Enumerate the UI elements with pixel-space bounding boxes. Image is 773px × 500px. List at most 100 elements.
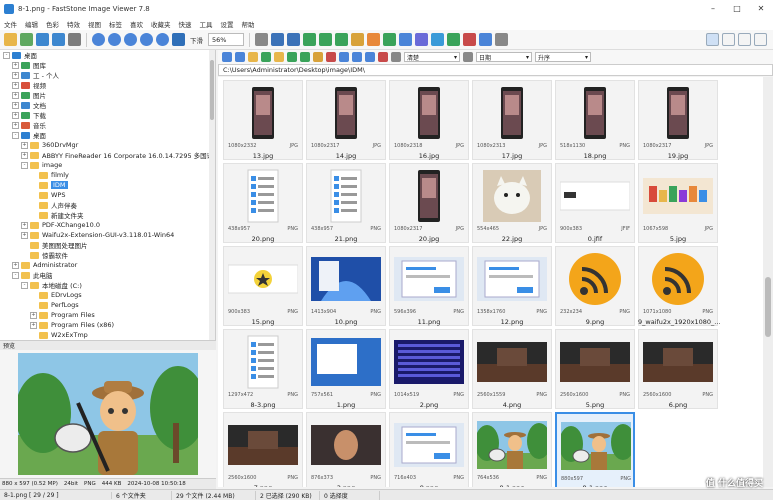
thumbnail-item[interactable]: 2560x1600 PNG: [638, 329, 718, 409]
thumbnail-item[interactable]: 716x403 PNG: [389, 412, 469, 487]
details-icon[interactable]: [352, 52, 362, 62]
save-as-icon[interactable]: [52, 33, 65, 46]
tree-item[interactable]: 新建文件夹: [0, 210, 215, 220]
grid-scrollbar[interactable]: [763, 77, 773, 487]
expand-toggle-icon[interactable]: +: [12, 61, 19, 69]
tree-item[interactable]: 美图图处理图片: [0, 240, 215, 250]
color-icon[interactable]: [351, 33, 364, 46]
path-bar[interactable]: C:\Users\Administrator\Desktop\image\IDM…: [218, 64, 773, 76]
tree-item[interactable]: EDrvLogs: [0, 290, 215, 300]
tree-item[interactable]: +360DrvMgr: [0, 140, 215, 150]
sort-order-select[interactable]: 升序 ▾: [535, 52, 591, 62]
forward-icon[interactable]: [235, 52, 245, 62]
tree-item[interactable]: - 本地磁盘 (C:): [0, 280, 215, 290]
layout-full-icon[interactable]: [754, 33, 767, 46]
print-icon[interactable]: [68, 33, 81, 46]
slideshow-icon[interactable]: [415, 33, 428, 46]
tree-scrollbar[interactable]: [209, 50, 215, 340]
minimize-button[interactable]: –: [701, 0, 725, 17]
expand-toggle-icon[interactable]: -: [12, 271, 19, 279]
thumbnail-item[interactable]: 1358x1760 PNG: [472, 246, 552, 326]
thumbnail-item[interactable]: 1080x2313 JPG: [472, 80, 552, 160]
compare-icon[interactable]: [399, 33, 412, 46]
tree-item[interactable]: + Program Files (x86): [0, 320, 215, 330]
thumbnail-item[interactable]: 876x373 PNG: [306, 412, 386, 487]
thumbnail-item[interactable]: 880x597 PNG: [555, 412, 635, 487]
thumbnail-item[interactable]: 764x536 PNG: [472, 412, 552, 487]
menu-item[interactable]: 快速: [179, 19, 192, 29]
tree-item[interactable]: IDM: [0, 180, 215, 190]
thumbnail-item[interactable]: 2560x1600 PNG: [223, 412, 303, 487]
menu-item[interactable]: 帮助: [242, 19, 255, 29]
tree-item[interactable]: 惊霸软件: [0, 250, 215, 260]
menu-item[interactable]: 文件: [4, 19, 17, 29]
tree-item[interactable]: + 文档: [0, 100, 215, 110]
expand-toggle-icon[interactable]: -: [21, 161, 28, 169]
tree-item[interactable]: + 音乐: [0, 120, 215, 130]
filter-icon[interactable]: [391, 52, 401, 62]
thumbnail-item[interactable]: 2560x1559 PNG: [472, 329, 552, 409]
expand-toggle-icon[interactable]: +: [12, 71, 19, 79]
expand-toggle-icon[interactable]: +: [21, 141, 28, 149]
zoom-select[interactable]: 56%: [208, 33, 244, 46]
rotate-right-icon[interactable]: [287, 33, 300, 46]
tree-item[interactable]: W2xExTmp: [0, 330, 215, 340]
expand-toggle-icon[interactable]: +: [12, 81, 19, 89]
tree-item[interactable]: 人声伴奏: [0, 200, 215, 210]
menu-item[interactable]: 视图: [88, 19, 101, 29]
layout-preview-icon[interactable]: [738, 33, 751, 46]
tree-item[interactable]: - 此电脑: [0, 270, 215, 280]
tree-item[interactable]: + 工 - 个人: [0, 70, 215, 80]
tree-item[interactable]: + Administrator: [0, 260, 215, 270]
save-icon[interactable]: [36, 33, 49, 46]
email-icon[interactable]: [431, 33, 444, 46]
delete-file-icon[interactable]: [326, 52, 336, 62]
menu-item[interactable]: 特效: [67, 19, 80, 29]
expand-toggle-icon[interactable]: +: [21, 231, 28, 239]
sort-mode-select[interactable]: 清楚 ▾: [404, 52, 460, 62]
menu-item[interactable]: 色彩: [46, 19, 59, 29]
back-icon[interactable]: [222, 52, 232, 62]
thumbnail-item[interactable]: 518x1130 PNG: [555, 80, 635, 160]
thumbnail-item[interactable]: 1297x472 PNG: [223, 329, 303, 409]
menu-item[interactable]: 设置: [221, 19, 234, 29]
expand-toggle-icon[interactable]: +: [12, 261, 19, 269]
thumbnail-item[interactable]: 1080x2317 JPG: [638, 80, 718, 160]
expand-toggle-icon[interactable]: +: [12, 91, 19, 99]
canvas-icon[interactable]: [335, 33, 348, 46]
rotate-left-icon[interactable]: [271, 33, 284, 46]
tree-item[interactable]: - 桌面: [0, 130, 215, 140]
tree-item[interactable]: PerfLogs: [0, 300, 215, 310]
tree-item[interactable]: + 视频: [0, 80, 215, 90]
fit-icon[interactable]: [172, 33, 185, 46]
expand-toggle-icon[interactable]: +: [12, 111, 19, 119]
expand-toggle-icon[interactable]: +: [12, 101, 19, 109]
refresh-icon[interactable]: [261, 52, 271, 62]
thumbnail-item[interactable]: 438x957 PNG: [223, 163, 303, 243]
effects-icon[interactable]: [367, 33, 380, 46]
menu-item[interactable]: 收藏夹: [151, 19, 171, 29]
tree-item[interactable]: + ABBYY FineReader 16 Corporate 16.0.14.7…: [0, 150, 215, 160]
layout-browser-icon[interactable]: [706, 33, 719, 46]
expand-toggle-icon[interactable]: +: [12, 121, 19, 129]
sort-by-select[interactable]: 日期 ▾: [476, 52, 532, 62]
menu-item[interactable]: 喜欢: [130, 19, 143, 29]
tree-item[interactable]: - 桌面: [0, 50, 215, 60]
tree-item[interactable]: + 下载: [0, 110, 215, 120]
thumb-size-icon[interactable]: [339, 52, 349, 62]
expand-toggle-icon[interactable]: +: [21, 221, 28, 229]
wallpaper-icon[interactable]: [447, 33, 460, 46]
expand-toggle-icon[interactable]: -: [12, 131, 19, 139]
stop-icon[interactable]: [378, 52, 388, 62]
hand-icon[interactable]: [255, 33, 268, 46]
thumbnail-item[interactable]: 757x561 PNG: [306, 329, 386, 409]
list-icon[interactable]: [365, 52, 375, 62]
thumbnail-item[interactable]: 2560x1600 PNG: [555, 329, 635, 409]
sort-icon[interactable]: [463, 52, 473, 62]
thumbnail-item[interactable]: 596x396 PNG: [389, 246, 469, 326]
tree-item[interactable]: + PDF-XChange10.0: [0, 220, 215, 230]
crop-icon[interactable]: [303, 33, 316, 46]
up-folder-icon[interactable]: [248, 52, 258, 62]
copy-to-icon[interactable]: [287, 52, 297, 62]
expand-toggle-icon[interactable]: +: [30, 321, 37, 329]
